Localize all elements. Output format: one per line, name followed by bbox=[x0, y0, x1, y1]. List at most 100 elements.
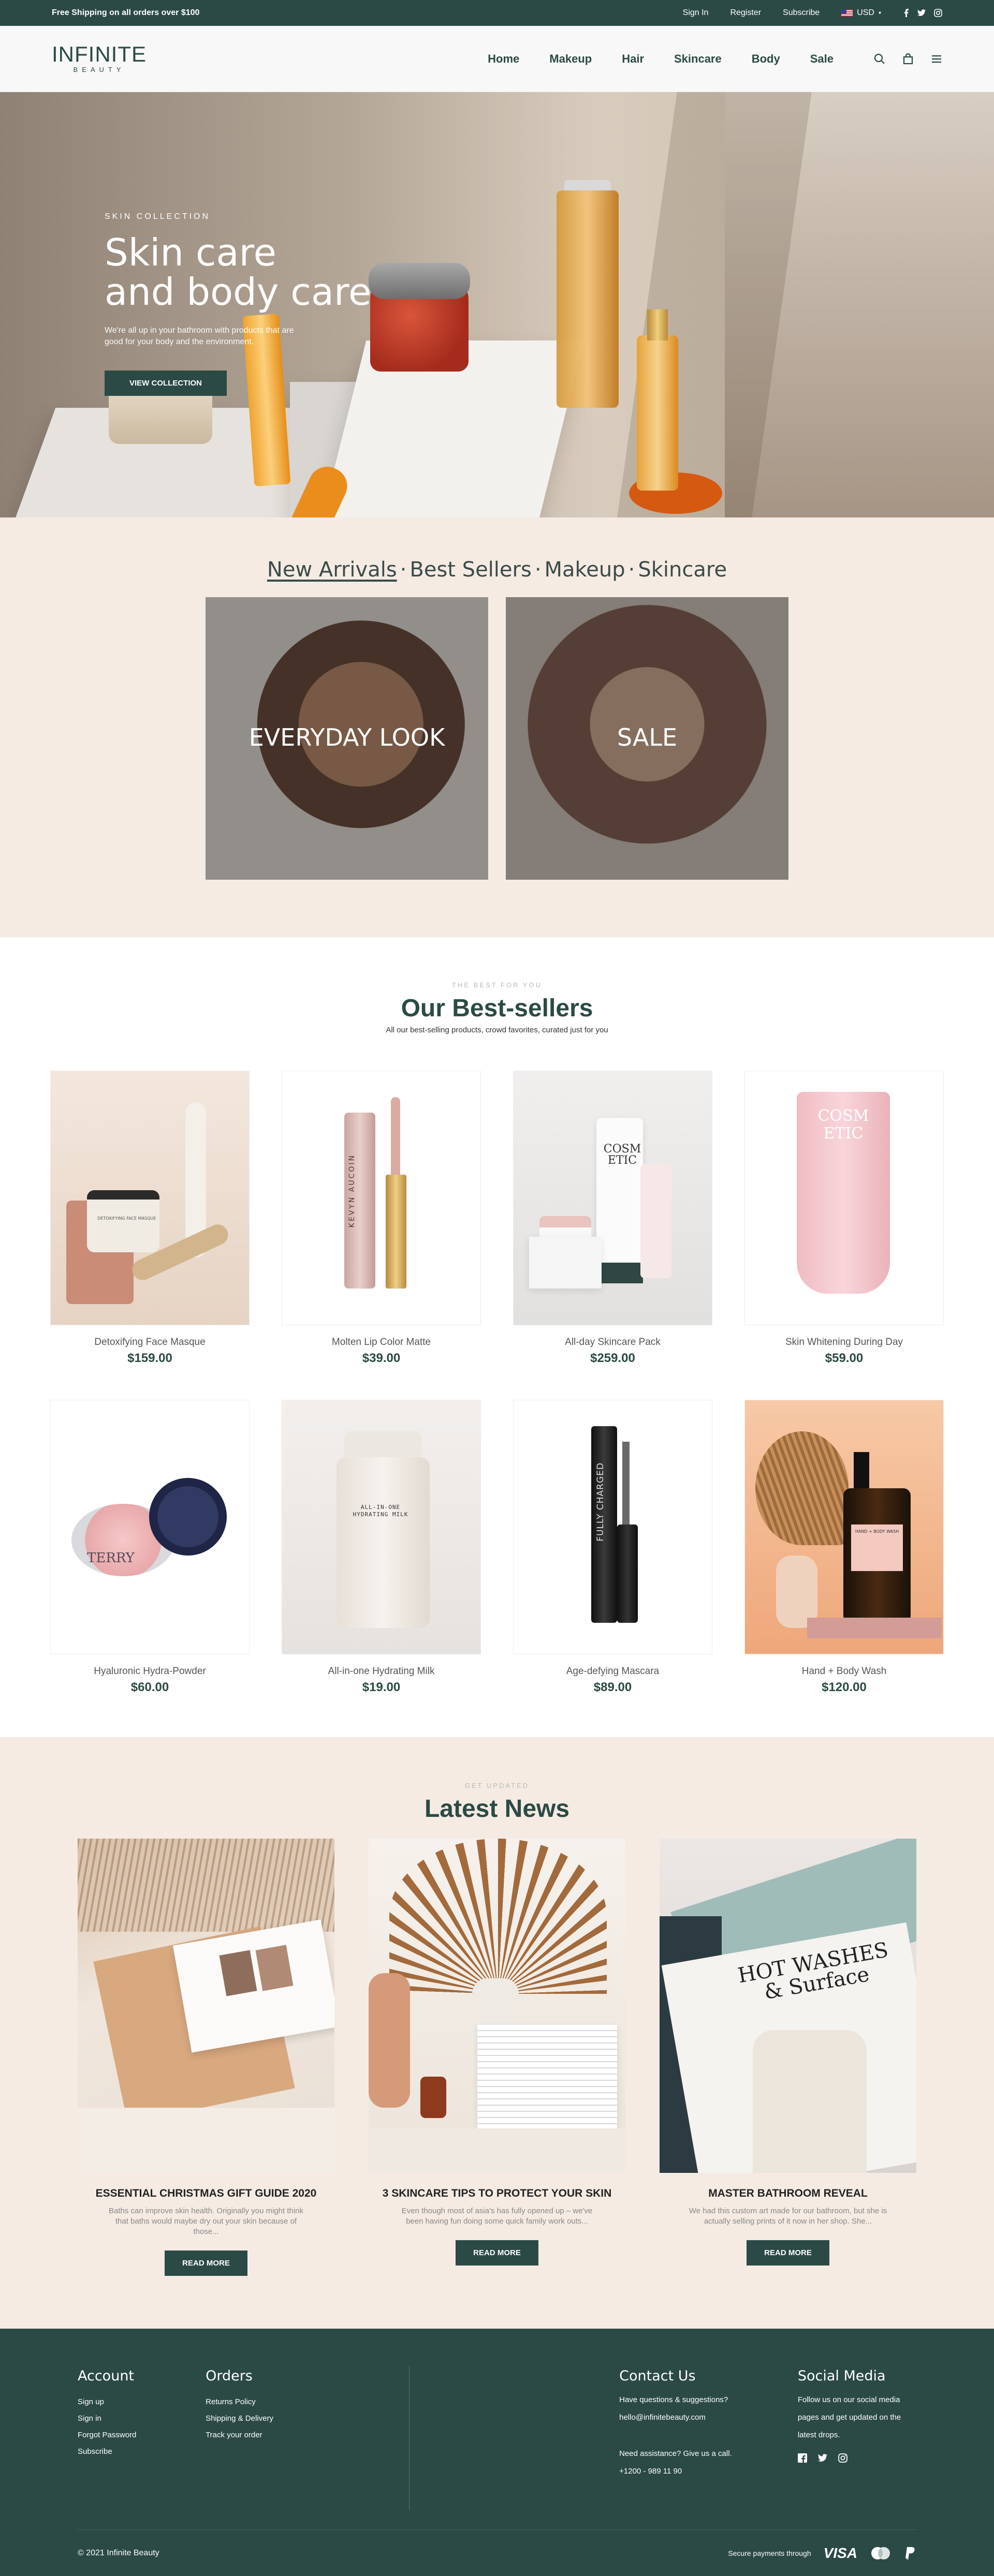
instagram-icon[interactable] bbox=[934, 9, 942, 17]
category-card-everyday-look[interactable]: EVERYDAY LOOK bbox=[206, 597, 488, 880]
product-image[interactable]: FULLY CHARGED bbox=[513, 1400, 712, 1654]
nav-hair[interactable]: Hair bbox=[622, 52, 644, 66]
news-image[interactable] bbox=[78, 1839, 334, 2173]
sign-in-link[interactable]: Sign In bbox=[683, 8, 709, 18]
news-title[interactable]: ESSENTIAL CHRISTMAS GIFT GUIDE 2020 bbox=[78, 2187, 334, 2200]
product-name[interactable]: Skin Whitening During Day bbox=[744, 1337, 944, 1348]
hero-kicker: SKIN COLLECTION bbox=[105, 212, 211, 221]
marble-surface bbox=[78, 2108, 334, 2173]
subscribe-link[interactable]: Subscribe bbox=[783, 8, 820, 18]
contact-email-link[interactable]: hello@infinitebeauty.com bbox=[619, 2409, 798, 2426]
footer-link-forgot-password[interactable]: Forgot Password bbox=[78, 2431, 206, 2439]
product-name[interactable]: Detoxifying Face Masque bbox=[50, 1337, 250, 1348]
search-icon[interactable] bbox=[874, 53, 885, 65]
contact-assistance-text: Need assistance? Give us a call. bbox=[619, 2449, 732, 2458]
currency-label: USD bbox=[857, 8, 874, 17]
read-more-button[interactable]: READ MORE bbox=[456, 2240, 538, 2266]
product-image[interactable]: ALL-IN-ONE HYDRATING MILK bbox=[282, 1400, 481, 1654]
footer-link-shipping[interactable]: Shipping & Delivery bbox=[206, 2414, 619, 2423]
product-name[interactable]: Age-defying Mascara bbox=[513, 1666, 712, 1677]
nav-body[interactable]: Body bbox=[752, 52, 780, 66]
section-title: Our Best-sellers bbox=[401, 995, 593, 1022]
lip-applicator bbox=[391, 1097, 400, 1180]
nav-makeup[interactable]: Makeup bbox=[549, 52, 592, 66]
product-card[interactable]: ALL-IN-ONE HYDRATING MILK All-in-one Hyd… bbox=[282, 1400, 481, 1695]
news-image[interactable]: HOT WASHES & Surface bbox=[660, 1839, 916, 2173]
footer-link-returns[interactable]: Returns Policy bbox=[206, 2397, 619, 2406]
jacket-photo bbox=[753, 2030, 867, 2173]
category-card-label: EVERYDAY LOOK bbox=[248, 723, 445, 751]
product-name[interactable]: Molten Lip Color Matte bbox=[282, 1337, 481, 1348]
contact-phone-link[interactable]: +1200 - 989 11 90 bbox=[619, 2463, 798, 2480]
footer-link-sign-up[interactable]: Sign up bbox=[78, 2397, 206, 2406]
product-name[interactable]: All-day Skincare Pack bbox=[513, 1337, 712, 1348]
mascara-wand bbox=[622, 1442, 630, 1535]
site-header: INFINITE BEAUTY Home Makeup Hair Skincar… bbox=[0, 26, 994, 92]
table-surface bbox=[369, 2128, 625, 2173]
product-image[interactable]: COSM ETIC bbox=[744, 1071, 944, 1325]
nav-sale[interactable]: Sale bbox=[810, 52, 834, 66]
category-section: New Arrivals · Best Sellers · Makeup · Skincar… bbox=[0, 517, 994, 938]
tab-best-sellers[interactable]: Best Sellers bbox=[410, 558, 531, 582]
footer-account-column: Account Sign up Sign in Forgot Password … bbox=[78, 2368, 206, 2480]
mastercard-icon bbox=[870, 2547, 891, 2560]
product-name[interactable]: Hand + Body Wash bbox=[744, 1666, 944, 1677]
news-title[interactable]: 3 SKINCARE TIPS TO PROTECT YOUR SKIN bbox=[369, 2187, 625, 2200]
hero-jar-lid bbox=[369, 263, 470, 299]
hero-bottle-cap bbox=[647, 309, 668, 340]
facebook-icon[interactable] bbox=[797, 2453, 807, 2463]
footer-heading: Social Media bbox=[797, 2368, 886, 2384]
product-card[interactable]: COSM ETIC Skin Whitening During Day $59.… bbox=[744, 1071, 944, 1366]
menu-icon[interactable] bbox=[931, 53, 942, 65]
free-shipping-text: Free Shipping on all orders over $100 bbox=[52, 8, 200, 17]
view-collection-button[interactable]: VIEW COLLECTION bbox=[105, 371, 227, 396]
register-link[interactable]: Register bbox=[730, 8, 761, 18]
product-card[interactable]: TERRY Hyaluronic Hydra-Powder $60.00 bbox=[50, 1400, 250, 1695]
lip-cap bbox=[386, 1175, 406, 1289]
product-image[interactable]: TERRY bbox=[50, 1400, 250, 1654]
product-package-label: TERRY bbox=[87, 1550, 135, 1566]
nav-skincare[interactable]: Skincare bbox=[674, 52, 722, 66]
read-more-button[interactable]: READ MORE bbox=[747, 2240, 829, 2266]
hero-dropper-bottle bbox=[637, 335, 678, 491]
shopping-bag-icon[interactable] bbox=[903, 53, 913, 65]
category-card-sale[interactable]: SALE bbox=[506, 597, 788, 880]
product-image[interactable]: KEVYN AUCOIN bbox=[282, 1071, 481, 1325]
tab-separator: · bbox=[400, 558, 407, 582]
news-image[interactable] bbox=[369, 1839, 625, 2173]
social-description: Follow us on our social media pages and … bbox=[797, 2395, 901, 2439]
tab-makeup[interactable]: Makeup bbox=[545, 558, 625, 582]
footer-link-track-order[interactable]: Track your order bbox=[206, 2431, 619, 2439]
section-eyebrow: GET UPDATED bbox=[464, 1782, 530, 1789]
facebook-icon[interactable] bbox=[903, 9, 909, 17]
product-package-label: COSM ETIC bbox=[817, 1107, 869, 1143]
product-image[interactable]: HAND + BODY WASH bbox=[744, 1400, 944, 1654]
tab-skincare[interactable]: Skincare bbox=[638, 558, 727, 582]
instagram-icon[interactable] bbox=[838, 2453, 847, 2463]
hero-title: Skin care and body care bbox=[105, 233, 371, 312]
product-card[interactable]: KEVYN AUCOIN Molten Lip Color Matte $39.… bbox=[282, 1071, 481, 1366]
nav-home[interactable]: Home bbox=[488, 52, 519, 66]
product-card[interactable]: HAND + BODY WASH Hand + Body Wash $120.0… bbox=[744, 1400, 944, 1695]
news-title[interactable]: MASTER BATHROOM REVEAL bbox=[660, 2187, 916, 2200]
printed-sheet bbox=[477, 2025, 617, 2128]
twitter-icon[interactable] bbox=[817, 2453, 828, 2463]
product-price: $59.00 bbox=[825, 1351, 864, 1365]
product-image[interactable]: DETOXIFYING FACE MASQUE bbox=[50, 1071, 250, 1325]
footer-link-sign-in[interactable]: Sign in bbox=[78, 2414, 206, 2423]
twitter-icon[interactable] bbox=[917, 9, 926, 17]
product-price: $19.00 bbox=[362, 1680, 401, 1694]
product-image[interactable]: COSM ETIC bbox=[513, 1071, 712, 1325]
product-name[interactable]: All-in-one Hydrating Milk bbox=[282, 1666, 481, 1677]
currency-selector[interactable]: USD ▾ bbox=[841, 8, 881, 18]
tab-new-arrivals[interactable]: New Arrivals bbox=[267, 558, 397, 582]
bestsellers-section: THE BEST FOR YOU Our Best-sellers All ou… bbox=[0, 938, 994, 1737]
read-more-button[interactable]: READ MORE bbox=[165, 2251, 247, 2276]
product-name[interactable]: Hyaluronic Hydra-Powder bbox=[50, 1666, 250, 1677]
footer-link-subscribe[interactable]: Subscribe bbox=[78, 2447, 206, 2456]
news-post: 3 SKINCARE TIPS TO PROTECT YOUR SKIN Eve… bbox=[369, 1839, 625, 2276]
product-card[interactable]: FULLY CHARGED Age-defying Mascara $89.00 bbox=[513, 1400, 712, 1695]
product-card[interactable]: DETOXIFYING FACE MASQUE Detoxifying Face… bbox=[50, 1071, 250, 1366]
brand-logo[interactable]: INFINITE BEAUTY bbox=[52, 43, 147, 74]
product-card[interactable]: COSM ETIC All-day Skincare Pack $259.00 bbox=[513, 1071, 712, 1366]
